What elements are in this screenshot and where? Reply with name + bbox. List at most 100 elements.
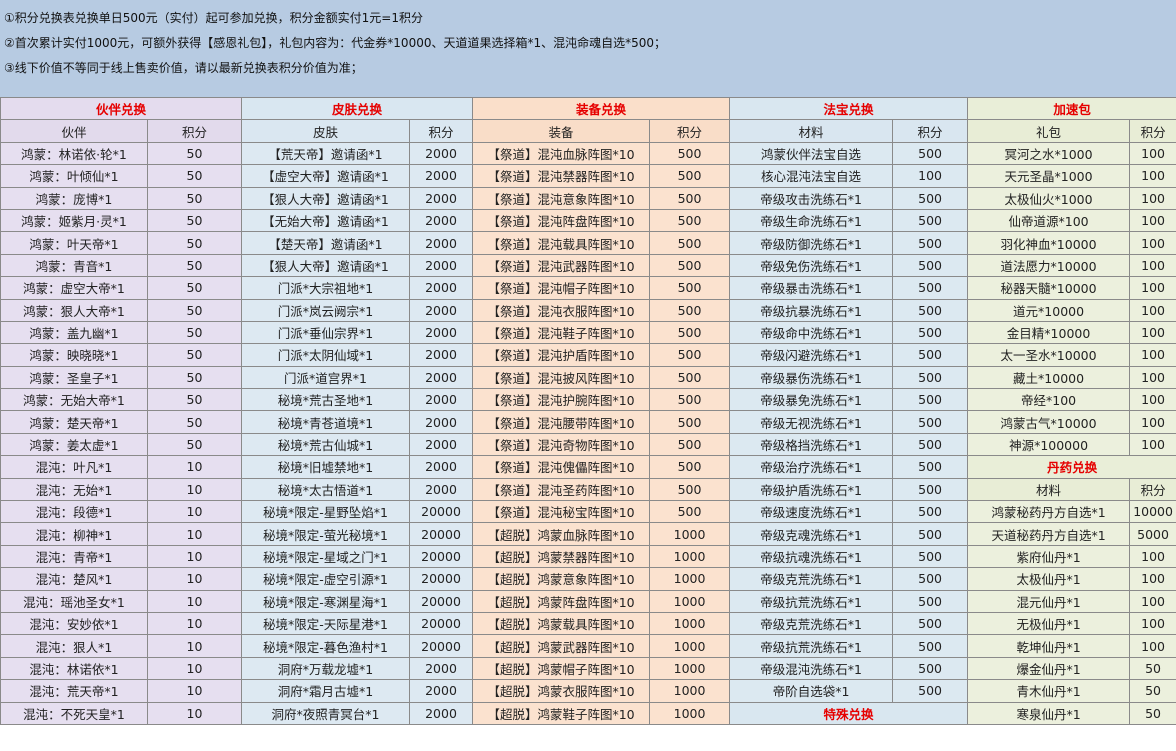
table-row: 鸿蒙：楚天帝*1 50 秘境*青苍道境*1 2000 【祭道】混沌腰带阵图*10 500 帝… [0,410,1176,434]
table-cell: 500 [649,410,731,434]
table-cell: 鸿蒙：楚天帝*1 [0,410,148,434]
table-row: 鸿蒙：庞博*1 50 【狠人大帝】邀请函*1 2000 【祭道】混沌意象阵图*10 500… [0,186,1176,210]
table-row: 鸿蒙：盖九幽*1 50 门派*垂仙宗界*1 2000 【祭道】混沌鞋子阵图*10 500 帝… [0,320,1176,345]
table-cell: 帝级速度洗练石*1 [729,500,894,524]
table-cell: 500 [892,186,969,210]
table-cell: 鸿蒙伙伴法宝自选 [729,141,894,166]
table-cell: 500 [649,141,731,166]
table-row: 混沌：段德*1 10 秘境*限定-星野坠焰*1 20000 【祭道】混沌秘宝阵图*10 5… [0,500,1176,524]
table-cell: 帝级抗暴洗练石*1 [729,298,894,322]
table-cell: 50 [146,231,243,255]
table-cell: 500 [892,432,969,457]
column-header: 积分 [1129,119,1176,143]
table-cell: 【祭道】混沌护腕阵图*10 [472,388,651,412]
table-row: 鸿蒙：姬紫月·灵*1 50 【无始大帝】邀请函*1 2000 【祭道】混沌阵盘阵图*10… [0,208,1176,233]
table-cell: 无极仙丹*1 [967,611,1131,636]
table-cell: 2000 [409,320,474,345]
table-cell: 500 [649,298,731,322]
table-cell: 【祭道】混沌傀儡阵图*10 [472,455,651,479]
table-cell: 500 [892,634,969,658]
table-cell: 2000 [409,298,474,322]
table-cell: 羽化神血*10000 [967,231,1131,255]
table-cell: 500 [892,611,969,636]
table-row: 混沌：无始*1 10 秘境*太古悟道*1 2000 【祭道】混沌圣药阵图*10 500 帝级… [0,477,1176,502]
table-cell: 金目精*10000 [967,320,1131,345]
table-cell: 秘境*青苍道境*1 [241,410,411,434]
table-cell: 帝级护盾洗练石*1 [729,477,894,502]
table-cell: 2000 [409,208,474,233]
table-cell: 帝级混沌洗练石*1 [729,656,894,681]
table-cell: 乾坤仙丹*1 [967,634,1131,658]
table-cell: 2000 [409,253,474,278]
table-cell: 500 [649,477,731,502]
table-cell: 2000 [409,679,474,703]
table-cell: 500 [892,410,969,434]
table-cell: 【超脱】鸿蒙载具阵图*10 [472,611,651,636]
table-cell: 2000 [409,186,474,210]
table-cell: 藏土*10000 [967,365,1131,390]
table-cell: 50 [146,320,243,345]
table-cell: 【祭道】混沌血脉阵图*10 [472,141,651,166]
table-cell: 100 [1129,343,1176,367]
table-cell: 1000 [649,656,731,681]
table-cell: 太极仙火*1000 [967,186,1131,210]
table-row: 混沌：不死天皇*1 10 洞府*夜照青冥台*1 2000 【超脱】鸿蒙鞋子阵图*10 10… [0,701,1176,725]
column-header-row: 伙伴 积分 皮肤 积分 装备 积分 材料 积分 礼包 积分 [0,119,1176,143]
table-cell: 1000 [649,567,731,591]
table-row: 混沌：青帝*1 10 秘境*限定-星域之门*1 20000 【超脱】鸿蒙禁器阵图*10 1… [0,544,1176,569]
column-header: 积分 [1129,477,1176,502]
table-cell: 帝级暴免洗练石*1 [729,388,894,412]
table-cell: 100 [1129,231,1176,255]
column-header: 装备 [472,119,651,143]
table-cell: 20000 [409,567,474,591]
table-cell: 500 [892,298,969,322]
table-cell: 1000 [649,611,731,636]
section-header-row: 伙伴兑换 皮肤兑换 装备兑换 法宝兑换 加速包 [0,96,1176,121]
table-cell: 10 [146,500,243,524]
table-cell: 【荒天帝】邀请函*1 [241,141,411,166]
table-cell: 2000 [409,656,474,681]
table-cell: 500 [892,320,969,345]
table-cell: 秘器天髓*10000 [967,276,1131,300]
table-cell: 2000 [409,231,474,255]
table-cell: 500 [892,141,969,166]
table-cell: 2000 [409,455,474,479]
table-cell: 500 [892,679,969,703]
table-cell: 1000 [649,522,731,546]
table-cell: 2000 [409,388,474,412]
table-cell: 2000 [409,141,474,166]
table-cell: 1000 [649,544,731,569]
table-cell: 【楚天帝】邀请函*1 [241,231,411,255]
table-cell: 洞府*霜月古墟*1 [241,679,411,703]
table-cell: 100 [1129,276,1176,300]
table-cell: 【超脱】鸿蒙血脉阵图*10 [472,522,651,546]
table-cell: 500 [649,320,731,345]
table-cell: 100 [1129,208,1176,233]
table-cell: 50 [146,298,243,322]
table-row: 混沌：柳神*1 10 秘境*限定-萤光秘境*1 20000 【超脱】鸿蒙血脉阵图*10 1… [0,522,1176,546]
table-cell: 500 [649,231,731,255]
note-line: ②首次累计实付1000元，可额外获得【感恩礼包】，礼包内容为：代金券*10000… [4,36,667,50]
table-cell: 50 [1129,701,1176,725]
table-cell: 帝阶自选袋*1 [729,679,894,703]
table-row: 混沌：叶凡*1 10 秘境*旧墟禁地*1 2000 【祭道】混沌傀儡阵图*10 500 帝级… [0,455,1176,479]
table-cell: 秘境*荒古圣地*1 [241,388,411,412]
table-cell: 100 [1129,320,1176,345]
section-title: 法宝兑换 [729,96,969,121]
column-header: 积分 [409,119,474,143]
table-row: 鸿蒙：映晓晓*1 50 门派*太阴仙域*1 2000 【祭道】混沌护盾阵图*10 500 帝… [0,343,1176,367]
table-cell: 鸿蒙：叶天帝*1 [0,231,148,255]
table-cell: 鸿蒙古气*10000 [967,410,1131,434]
table-cell: 【超脱】鸿蒙帽子阵图*10 [472,656,651,681]
table-cell: 10 [146,656,243,681]
table-row: 鸿蒙：圣皇子*1 50 门派*道宫界*1 2000 【祭道】混沌披风阵图*10 500 帝级… [0,365,1176,390]
table-cell: 鸿蒙：青音*1 [0,253,148,278]
table-cell: 50 [1129,656,1176,681]
table-cell: 【超脱】鸿蒙阵盘阵图*10 [472,589,651,613]
table-cell: 秘境*限定-天际星港*1 [241,611,411,636]
table-cell: 500 [892,522,969,546]
table-cell: 【祭道】混沌阵盘阵图*10 [472,208,651,233]
table-cell: 寒泉仙丹*1 [967,701,1131,725]
section-title: 伙伴兑换 [0,96,243,121]
table-cell: 混沌：安妙依*1 [0,611,148,636]
